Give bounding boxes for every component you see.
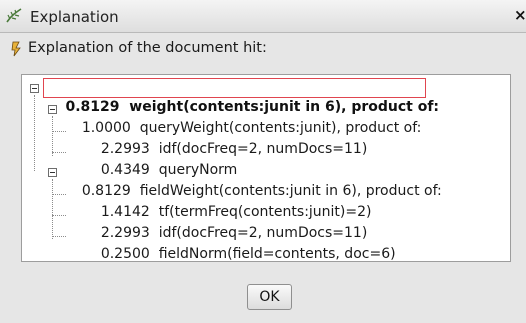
tree-node[interactable]: 0.2500 fieldNorm(field=contents, doc=6) — [83, 227, 396, 281]
explanation-tree[interactable]: 0.8129 weight(contents:junit in 6), prod… — [21, 74, 511, 262]
collapse-toggle-icon[interactable] — [48, 105, 57, 114]
document-hit-icon — [11, 41, 21, 57]
node-score: 0.2500 — [100, 246, 150, 262]
window-title: Explanation — [30, 8, 119, 26]
explanation-header: Explanation of the document hit: — [28, 40, 267, 56]
node-text: fieldNorm(field=contents, doc=6) — [158, 246, 396, 262]
collapse-toggle-icon[interactable] — [48, 168, 57, 177]
close-icon[interactable]: × — [514, 6, 526, 24]
title-bar: Explanation × — [0, 0, 526, 33]
tree-connector — [52, 236, 66, 237]
tree-connector — [34, 95, 35, 171]
tree-connector — [52, 179, 53, 239]
lucene-feather-icon — [6, 8, 22, 23]
ok-button[interactable]: OK — [247, 284, 292, 310]
collapse-toggle-icon[interactable] — [30, 84, 39, 93]
